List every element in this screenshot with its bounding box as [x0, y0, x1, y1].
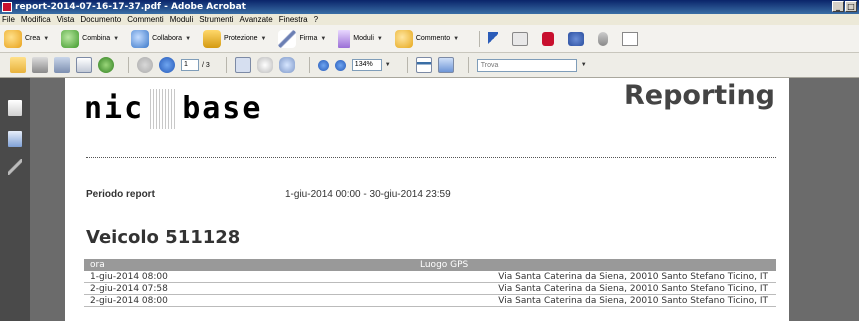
nicbase-logo: nic base: [84, 89, 263, 129]
comment-icon: [394, 29, 413, 48]
navigation-panel: [0, 78, 30, 321]
share-icon[interactable]: [98, 57, 114, 73]
fit-page-icon[interactable]: [415, 57, 432, 73]
chevron-down-icon: ▼: [113, 35, 120, 42]
menu-vista[interactable]: Vista: [57, 15, 75, 24]
chevron-down-icon: ▼: [260, 35, 267, 42]
zoom-tool-icon[interactable]: [278, 57, 295, 73]
form-icon: [338, 29, 351, 48]
acrobat-logo-icon[interactable]: [542, 31, 555, 46]
collaborate-icon: [131, 29, 150, 48]
collabora-button[interactable]: Collabora ▼: [131, 29, 192, 48]
window-title: report-2014-07-16-17-37.pdf - Adobe Acro…: [15, 2, 246, 12]
acrobat-icon: [2, 2, 12, 12]
logo-text-base: base: [182, 91, 263, 126]
chevron-down-icon: ▼: [43, 35, 50, 42]
navigation-toolbar: 1 / 3 134% ▼ Trova ▼: [0, 53, 859, 78]
column-header-ora: ora: [90, 260, 105, 270]
cell-luogo: Via Santa Caterina da Siena, 20010 Santo…: [498, 283, 768, 294]
chevron-down-icon[interactable]: ▼: [385, 62, 391, 68]
print-icon[interactable]: [32, 57, 48, 73]
menu-commenti[interactable]: Commenti: [127, 15, 163, 24]
restore-button[interactable]: □: [845, 1, 857, 12]
cell-ora: 1-giu-2014 08:00: [90, 271, 168, 282]
fit-width-icon[interactable]: [437, 57, 454, 73]
chevron-down-icon: ▼: [453, 35, 460, 42]
menu-bar: File Modifica Vista Documento Commenti M…: [0, 14, 859, 25]
menu-file[interactable]: File: [2, 15, 15, 24]
menu-modifica[interactable]: Modifica: [21, 15, 51, 24]
menu-avanzate[interactable]: Avanzate: [240, 15, 273, 24]
commento-button[interactable]: Commento ▼: [394, 29, 460, 48]
next-page-icon[interactable]: [159, 57, 175, 73]
pen-icon: [278, 29, 297, 48]
periodo-label: Periodo report: [86, 189, 155, 200]
menu-strumenti[interactable]: Strumenti: [199, 15, 233, 24]
zoom-in-icon[interactable]: [334, 59, 346, 71]
cell-luogo: Via Santa Caterina da Siena, 20010 Santo…: [498, 271, 768, 282]
column-header-luogo: Luogo GPS: [420, 260, 469, 270]
open-folder-icon[interactable]: [10, 57, 26, 73]
chevron-down-icon: ▼: [320, 35, 327, 42]
select-arrow-icon[interactable]: [488, 31, 499, 46]
previous-page-icon[interactable]: [137, 57, 153, 73]
zoom-out-icon[interactable]: [317, 59, 329, 71]
vehicle-title: Veicolo 511128: [86, 227, 241, 248]
logo-bars: [150, 89, 176, 129]
pdf-page: nic base Reporting Periodo report 1-giu-…: [65, 78, 789, 321]
email-icon[interactable]: [76, 57, 92, 73]
periodo-value: 1-giu-2014 00:00 - 30-giu-2014 23:59: [285, 189, 451, 200]
window-title-bar: report-2014-07-16-17-37.pdf - Adobe Acro…: [0, 0, 859, 14]
find-input[interactable]: Trova: [476, 58, 577, 72]
select-text-icon[interactable]: [234, 57, 251, 73]
dotted-divider: [86, 157, 776, 158]
signatures-icon[interactable]: [8, 159, 22, 175]
toolbar-separator: [406, 57, 408, 73]
table-row: 1-giu-2014 08:00 Via Santa Caterina da S…: [84, 271, 776, 283]
menu-documento[interactable]: Documento: [80, 15, 121, 24]
combine-icon: [61, 29, 80, 48]
chevron-down-icon: ▼: [376, 35, 383, 42]
bookmarks-icon[interactable]: [8, 131, 22, 147]
pages-icon[interactable]: [8, 100, 22, 116]
tasks-toolbar: Crea ▼ Combina ▼ Collabora ▼ Protezione ▼ Fi…: [0, 25, 859, 53]
firma-button[interactable]: Firma ▼: [278, 29, 327, 48]
logo-text-nic: nic: [84, 91, 145, 126]
toolbar-separator: [479, 30, 481, 47]
table-row: 2-giu-2014 07:58 Via Santa Caterina da S…: [84, 283, 776, 295]
toolbar-separator: [308, 57, 310, 73]
hand-tool-icon[interactable]: [256, 57, 273, 73]
cell-luogo: Via Santa Caterina da Siena, 20010 Santo…: [498, 295, 768, 306]
menu-moduli[interactable]: Moduli: [170, 15, 194, 24]
cell-ora: 2-giu-2014 07:58: [90, 283, 168, 294]
create-pdf-icon: [4, 29, 22, 48]
menu-finestra[interactable]: Finestra: [279, 15, 308, 24]
menu-help[interactable]: ?: [314, 15, 318, 24]
combina-button[interactable]: Combina ▼: [61, 29, 120, 48]
chevron-down-icon: ▼: [185, 35, 192, 42]
text-field-icon[interactable]: [622, 31, 639, 46]
gps-table: ora Luogo GPS 1-giu-2014 08:00 Via Santa…: [84, 259, 776, 307]
window-controls: _ □: [832, 1, 857, 12]
moduli-button[interactable]: Moduli ▼: [338, 29, 383, 48]
lock-icon: [203, 29, 222, 48]
stamp-icon[interactable]: [568, 31, 585, 46]
attach-icon[interactable]: [598, 31, 609, 46]
crea-button[interactable]: Crea ▼: [4, 29, 50, 48]
chevron-down-icon[interactable]: ▼: [581, 62, 587, 68]
cell-ora: 2-giu-2014 08:00: [90, 295, 168, 306]
zoom-level-select[interactable]: 134%: [351, 59, 382, 71]
ok-button-icon[interactable]: [512, 31, 529, 46]
table-row: 2-giu-2014 08:00 Via Santa Caterina da S…: [84, 295, 776, 307]
toolbar-separator: [467, 57, 469, 73]
toolbar-separator: [128, 57, 129, 73]
page-title: Reporting: [623, 80, 775, 111]
page-total: / 3: [202, 61, 210, 69]
toolbar-separator: [225, 57, 227, 73]
minimize-button[interactable]: _: [832, 1, 844, 12]
save-icon[interactable]: [54, 57, 70, 73]
page-number-input[interactable]: 1: [181, 59, 199, 71]
table-header: ora Luogo GPS: [84, 259, 776, 271]
protezione-button[interactable]: Protezione ▼: [203, 29, 267, 48]
